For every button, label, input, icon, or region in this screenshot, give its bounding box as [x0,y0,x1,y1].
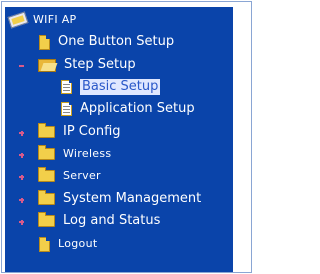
tree-item-step-setup[interactable]: Step Setup [38,54,136,76]
tree-item-label: Wireless [63,147,112,160]
tree-item-application-setup[interactable]: Application Setup [61,98,195,120]
collapse-toggle-step-setup[interactable] [19,65,24,67]
tree-item-label: Application Setup [80,101,195,116]
tree-item-log-and-status[interactable]: Log and Status [38,210,160,232]
expand-toggle-server[interactable] [19,174,24,180]
tree-item-one-button-setup[interactable]: One Button Setup [39,31,174,53]
page-icon [39,34,50,50]
tree-item-label: Step Setup [64,57,136,72]
folder-icon [38,212,55,227]
expand-toggle-ip-config[interactable] [19,130,24,136]
expand-toggle-log-and-status[interactable] [19,219,24,225]
document-icon [61,80,72,94]
tree-root-label: WIFI AP [33,13,77,26]
tree-item-server[interactable]: Server [38,165,101,187]
tree-item-basic-setup[interactable]: Basic Setup [61,76,161,98]
tree-item-label: System Management [63,191,202,206]
tree-item-logout[interactable]: Logout [39,233,97,255]
network-root-icon [7,11,29,29]
page-icon [39,236,50,252]
tree-item-label: One Button Setup [58,34,175,49]
tree-root[interactable]: WIFI AP [7,9,77,31]
tree-item-label: Log and Status [63,213,161,228]
nav-tree: WIFI AP One Button Setup Step Setup Basi… [5,7,233,272]
menu-frame: WIFI AP One Button Setup Step Setup Basi… [1,1,252,273]
folder-icon [38,167,55,182]
folder-icon [38,123,55,138]
tree-item-label: Server [63,169,101,182]
folder-open-icon [38,58,56,72]
tree-item-ip-config[interactable]: IP Config [38,121,121,143]
expand-toggle-wireless[interactable] [19,152,24,158]
folder-icon [38,190,55,205]
tree-item-label: IP Config [63,124,121,139]
document-icon [61,102,72,116]
tree-item-label: Basic Setup [80,79,161,95]
tree-item-system-management[interactable]: System Management [38,188,201,210]
tree-item-label: Logout [58,237,98,250]
tree-item-wireless[interactable]: Wireless [38,143,111,165]
folder-icon [38,145,55,160]
expand-toggle-system-management[interactable] [19,197,24,203]
